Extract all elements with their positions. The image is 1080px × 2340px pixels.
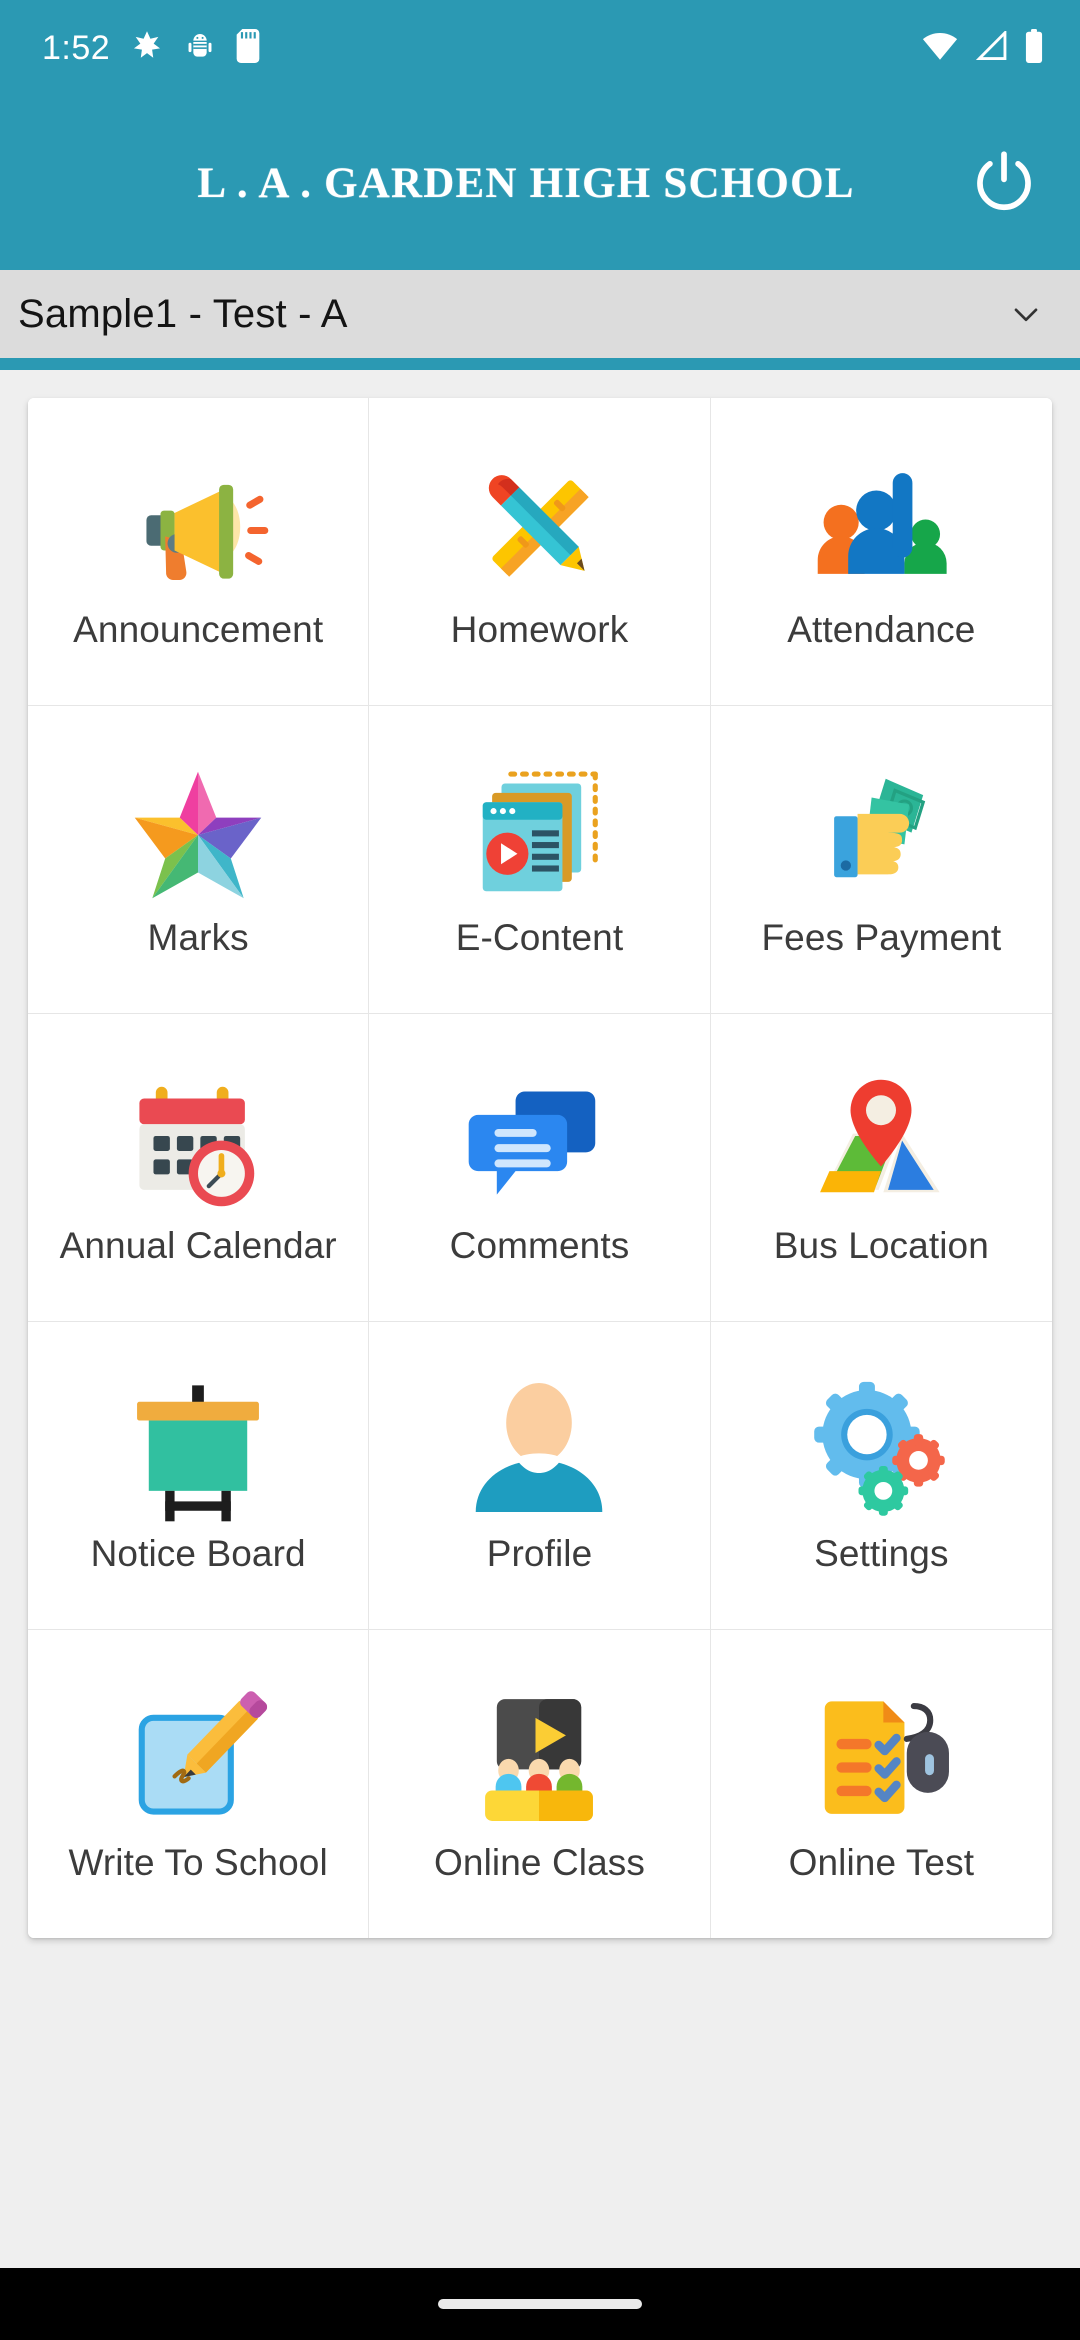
status-bar-right (922, 28, 1044, 68)
compose-pencil-icon (28, 1685, 368, 1835)
grid-tile-attendance[interactable]: Attendance (710, 398, 1052, 706)
grid-tile-homework[interactable]: Homework (369, 398, 711, 706)
grid-tile-label: Profile (486, 1533, 593, 1575)
grid-tile-marks[interactable]: Marks (28, 706, 370, 1014)
home-gesture-pill[interactable] (438, 2299, 642, 2309)
sd-card-icon (236, 28, 260, 68)
pencil-ruler-icon (369, 452, 709, 602)
people-raised-hand-icon (711, 452, 1052, 602)
menu-grid-wrapper: Announcement Homework Attendance Marks E… (0, 398, 1080, 1938)
grid-tile-bus-location[interactable]: Bus Location (710, 1014, 1052, 1322)
map-pin-icon (711, 1068, 1052, 1218)
calendar-clock-icon (28, 1068, 368, 1218)
gears-icon (711, 1376, 1052, 1526)
system-navigation-bar (0, 2268, 1080, 2340)
app-bar: L . A . GARDEN HIGH SCHOOL (0, 96, 1080, 270)
chevron-down-icon[interactable] (1006, 294, 1046, 334)
android-bug-icon (184, 30, 216, 67)
chat-bubbles-icon (369, 1068, 709, 1218)
class-selector-value: Sample1 - Test - A (18, 291, 348, 336)
grid-tile-label: Fees Payment (761, 917, 1002, 959)
grid-tile-label: Settings (814, 1533, 949, 1575)
grid-tile-label: Bus Location (773, 1225, 989, 1267)
grid-tile-online-class[interactable]: Online Class (369, 1630, 711, 1938)
class-selector-dropdown[interactable]: Sample1 - Test - A (0, 270, 1080, 358)
grid-tile-e-content[interactable]: E-Content (369, 706, 711, 1014)
grid-tile-annual-calendar[interactable]: Annual Calendar (28, 1014, 370, 1322)
signal-icon (974, 28, 1008, 66)
grid-tile-label: E-Content (455, 917, 624, 959)
menu-grid: Announcement Homework Attendance Marks E… (28, 398, 1052, 1938)
grid-tile-online-test[interactable]: Online Test (710, 1630, 1052, 1938)
multicolor-star-icon (28, 760, 368, 910)
battery-icon (1024, 28, 1044, 68)
grid-tile-announcement[interactable]: Announcement (28, 398, 370, 706)
grid-tile-label: Write To School (68, 1841, 328, 1883)
grid-tile-settings[interactable]: Settings (710, 1322, 1052, 1630)
hand-cash-icon (711, 760, 1052, 910)
wifi-icon (922, 31, 958, 66)
grid-tile-label: Online Class (434, 1841, 645, 1883)
grid-tile-label: Online Test (788, 1841, 975, 1883)
blackboard-students-icon (369, 1685, 709, 1835)
status-bar: 1:52 (0, 0, 1080, 96)
grid-tile-label: Attendance (787, 609, 976, 651)
grid-tile-label: Notice Board (90, 1533, 306, 1575)
grid-tile-label: Annual Calendar (59, 1225, 337, 1267)
grid-tile-comments[interactable]: Comments (369, 1014, 711, 1322)
notice-board-icon (28, 1376, 368, 1526)
accent-divider (0, 358, 1080, 370)
grid-tile-notice-board[interactable]: Notice Board (28, 1322, 370, 1630)
grid-tile-profile[interactable]: Profile (369, 1322, 711, 1630)
megaphone-icon (28, 452, 368, 602)
grid-tile-write-to-school[interactable]: Write To School (28, 1630, 370, 1938)
content-top-gap (0, 370, 1080, 398)
grid-tile-label: Homework (450, 609, 629, 651)
status-bar-clock: 1:52 (42, 29, 111, 67)
grid-tile-fees-payment[interactable]: Fees Payment (710, 706, 1052, 1014)
power-icon[interactable] (962, 141, 1046, 225)
app-screen: 1:52 L . A . GARDEN HIGH SCHOOL Sample1 … (0, 0, 1080, 2340)
status-bar-left: 1:52 (42, 28, 260, 68)
grid-tile-label: Marks (147, 917, 249, 959)
media-documents-icon (369, 760, 709, 910)
checklist-mouse-icon (711, 1685, 1052, 1835)
burst-star-icon (130, 29, 164, 68)
person-avatar-icon (369, 1376, 709, 1526)
grid-tile-label: Announcement (73, 609, 324, 651)
grid-tile-label: Comments (449, 1225, 630, 1267)
page-title: L . A . GARDEN HIGH SCHOOL (197, 159, 855, 207)
